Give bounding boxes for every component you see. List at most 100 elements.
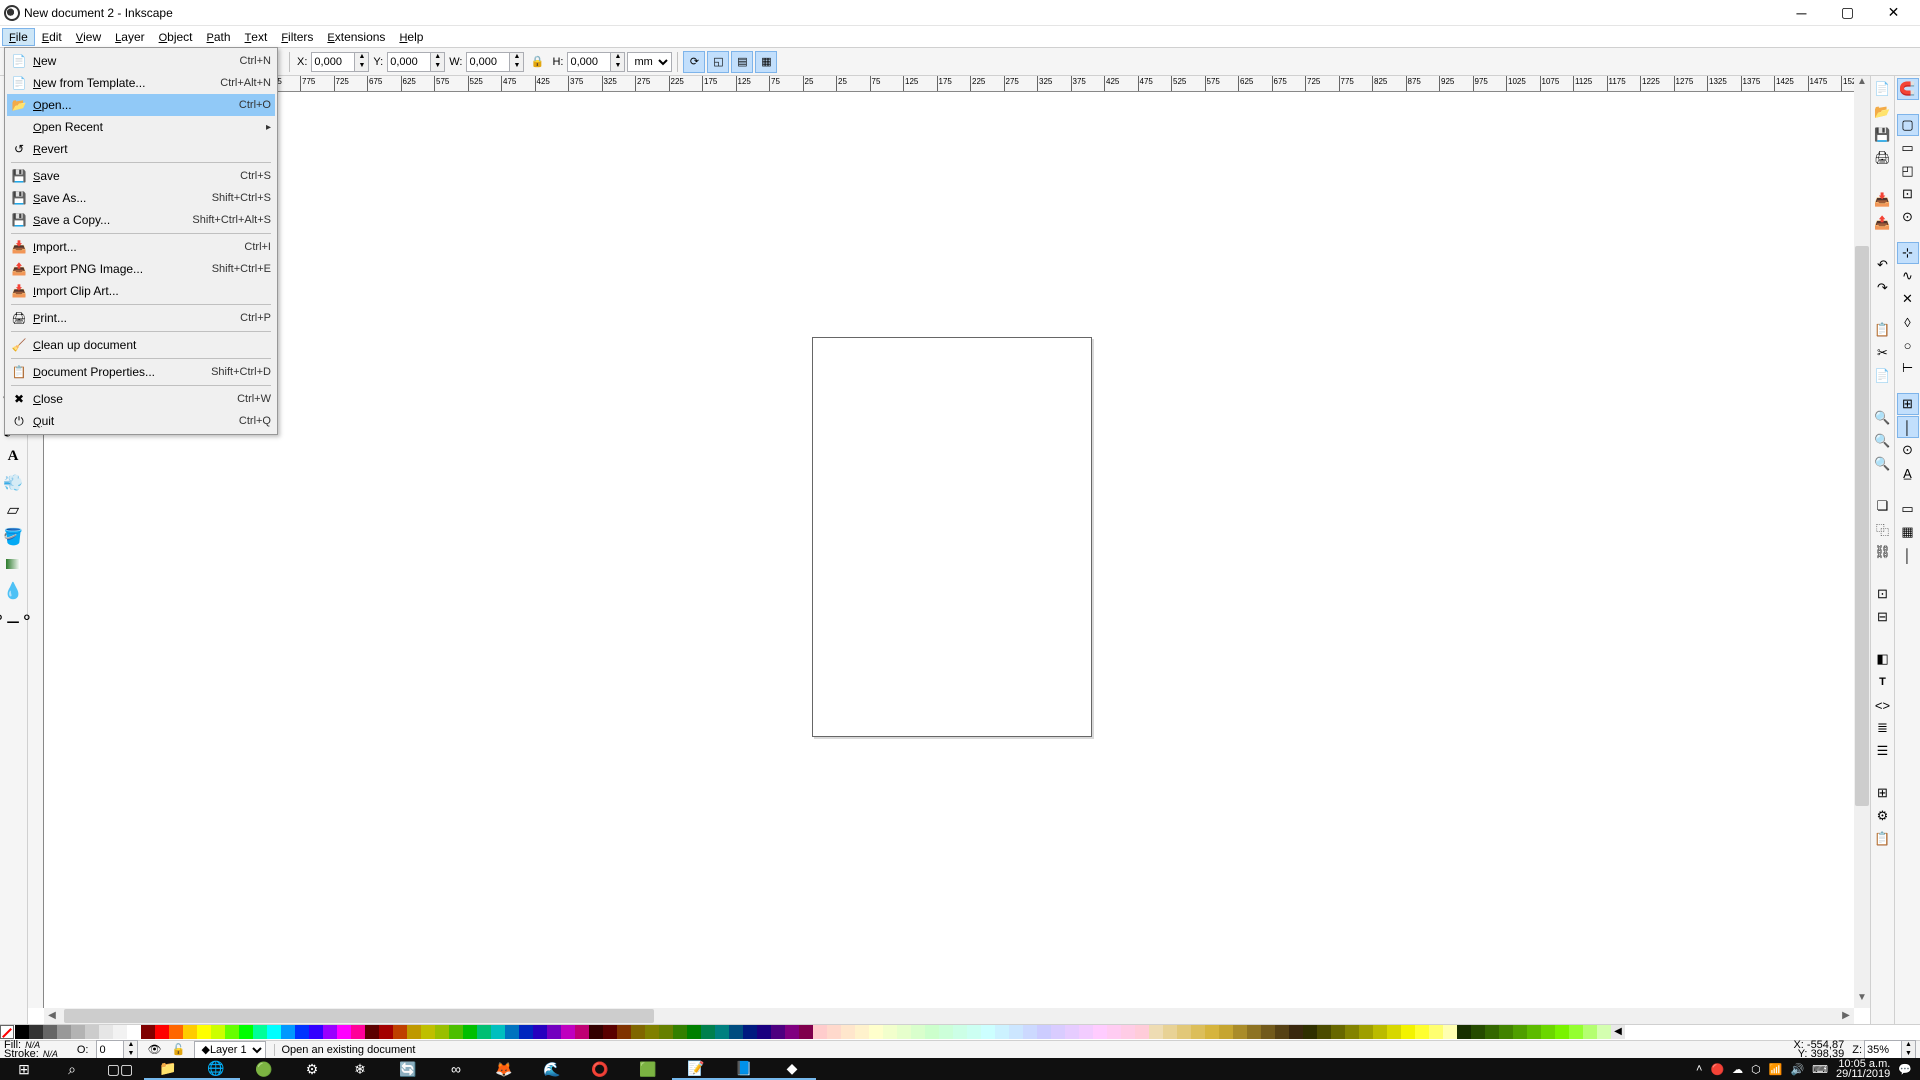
fill-stroke-indicator[interactable]: Fill:N/A Stroke:N/A [4,1041,69,1059]
color-swatch[interactable] [127,1025,141,1039]
snap-cusp-icon[interactable]: ◊ [1897,311,1919,333]
color-swatch[interactable] [1373,1025,1387,1039]
layer-select[interactable]: ◆Layer 1 [194,1041,266,1059]
color-swatch[interactable] [253,1025,267,1039]
color-swatch[interactable] [1135,1025,1149,1039]
notifications-icon[interactable]: 💬 [1898,1063,1912,1076]
color-swatch[interactable] [71,1025,85,1039]
snap-nodes-icon[interactable]: ⊹ [1897,242,1919,264]
color-swatch[interactable] [799,1025,813,1039]
color-swatch[interactable] [1233,1025,1247,1039]
color-swatch[interactable] [1289,1025,1303,1039]
color-swatch[interactable] [785,1025,799,1039]
menu-extensions[interactable]: Extensions [320,28,392,46]
menu-edit[interactable]: Edit [35,28,69,46]
color-swatch[interactable] [813,1025,827,1039]
color-swatch[interactable] [967,1025,981,1039]
snap-others-icon[interactable]: ⊞ [1897,393,1919,415]
color-swatch[interactable] [1583,1025,1597,1039]
system-tray[interactable]: ˄ 🔴 ☁ ⬡ 📶 🔊 ⌨ 10:05 a.m. 29/11/2019 💬 [1688,1059,1920,1079]
color-swatch[interactable] [1499,1025,1513,1039]
color-swatch[interactable] [1177,1025,1191,1039]
clone-icon[interactable]: ⿻ [1872,518,1894,540]
color-swatch[interactable] [1191,1025,1205,1039]
menu-item-open-recent[interactable]: Open Recent▸ [7,116,275,138]
menu-layer[interactable]: Layer [108,28,151,46]
chrome-taskbar-icon[interactable]: 🌐 [192,1058,240,1080]
app-taskbar-icon[interactable]: 🟢 [240,1058,288,1080]
no-fill-swatch[interactable] [0,1025,14,1039]
affect-pattern-icon[interactable]: ▦ [755,51,777,73]
layer-lock-icon[interactable]: 🔓 [170,1042,186,1058]
menu-item-import-clip-art[interactable]: 📥Import Clip Art... [7,280,275,302]
color-swatch[interactable] [631,1025,645,1039]
color-swatch[interactable] [1317,1025,1331,1039]
menu-path[interactable]: Path [200,28,238,46]
color-swatch[interactable] [407,1025,421,1039]
color-swatch[interactable] [43,1025,57,1039]
zoom-page-icon[interactable]: 🔍 [1872,453,1894,475]
object-props-icon[interactable]: ☰ [1872,740,1894,762]
color-swatch[interactable] [1387,1025,1401,1039]
color-swatch[interactable] [1569,1025,1583,1039]
color-swatch[interactable] [267,1025,281,1039]
fill-tool-icon[interactable]: 🪣 [0,524,26,550]
menu-item-new[interactable]: 📄NewCtrl+N [7,50,275,72]
menu-item-print[interactable]: 🖨Print...Ctrl+P [7,307,275,329]
color-swatch[interactable] [1093,1025,1107,1039]
snap-path-intersection-icon[interactable]: ✕ [1897,288,1919,310]
color-swatch[interactable] [617,1025,631,1039]
color-swatch[interactable] [1401,1025,1415,1039]
color-swatch[interactable] [183,1025,197,1039]
prefs-icon[interactable]: ⚙ [1872,805,1894,827]
affect-gradient-icon[interactable]: ▤ [731,51,753,73]
explorer-taskbar-icon[interactable]: 📁 [144,1058,192,1080]
color-swatch[interactable] [925,1025,939,1039]
docprops-icon[interactable]: 📋 [1872,828,1894,850]
color-swatch[interactable] [995,1025,1009,1039]
h-input[interactable]: ▲▼ [567,52,625,72]
color-swatch[interactable] [1471,1025,1485,1039]
color-swatch[interactable] [1275,1025,1289,1039]
snap-bbox-corner-icon[interactable]: ◰ [1897,160,1919,182]
unit-select[interactable]: mm [627,52,672,72]
close-button[interactable]: ✕ [1871,2,1916,24]
tray-wifi-icon[interactable]: 📶 [1769,1063,1783,1076]
color-swatch[interactable] [897,1025,911,1039]
color-swatch[interactable] [1541,1025,1555,1039]
snap-object-center-icon[interactable]: │ [1897,416,1919,438]
snap-grid-icon[interactable]: ▦ [1897,521,1919,543]
color-swatch[interactable] [15,1025,29,1039]
search-button[interactable]: ⌕ [48,1058,96,1080]
eraser-tool-icon[interactable]: ▱ [0,497,26,523]
snap-bbox-edge-icon[interactable]: ▭ [1897,137,1919,159]
export-icon[interactable]: 📤 [1872,212,1894,234]
affect-stroke-icon[interactable]: ⟳ [683,51,705,73]
color-swatch[interactable] [1219,1025,1233,1039]
connector-tool-icon[interactable]: ⚬⚊⚬ [0,605,26,631]
color-swatch[interactable] [827,1025,841,1039]
print-doc-icon[interactable]: 🖨 [1872,147,1894,169]
color-swatch[interactable] [1107,1025,1121,1039]
menu-item-quit[interactable]: ⏻QuitCtrl+Q [7,410,275,432]
snap-bbox-midpoint-icon[interactable]: ⊡ [1897,183,1919,205]
color-swatch[interactable] [939,1025,953,1039]
color-swatch[interactable] [57,1025,71,1039]
affect-corners-icon[interactable]: ◱ [707,51,729,73]
xml-editor-icon[interactable]: <> [1872,694,1894,716]
color-swatch[interactable] [141,1025,155,1039]
text-dialog-icon[interactable]: T [1872,671,1894,693]
edge-taskbar-icon[interactable]: 🌊 [528,1058,576,1080]
color-swatch[interactable] [1331,1025,1345,1039]
canvas[interactable] [44,92,1870,1008]
app-taskbar-icon[interactable]: ❄ [336,1058,384,1080]
copy-icon[interactable]: 📋 [1872,319,1894,341]
color-swatch[interactable] [561,1025,575,1039]
color-swatch[interactable] [1065,1025,1079,1039]
menu-object[interactable]: Object [152,28,200,46]
color-swatch[interactable] [687,1025,701,1039]
menu-item-import[interactable]: 📥Import...Ctrl+I [7,236,275,258]
color-swatch[interactable] [505,1025,519,1039]
duplicate-icon[interactable]: ❏ [1872,495,1894,517]
new-doc-icon[interactable]: 📄 [1872,78,1894,100]
